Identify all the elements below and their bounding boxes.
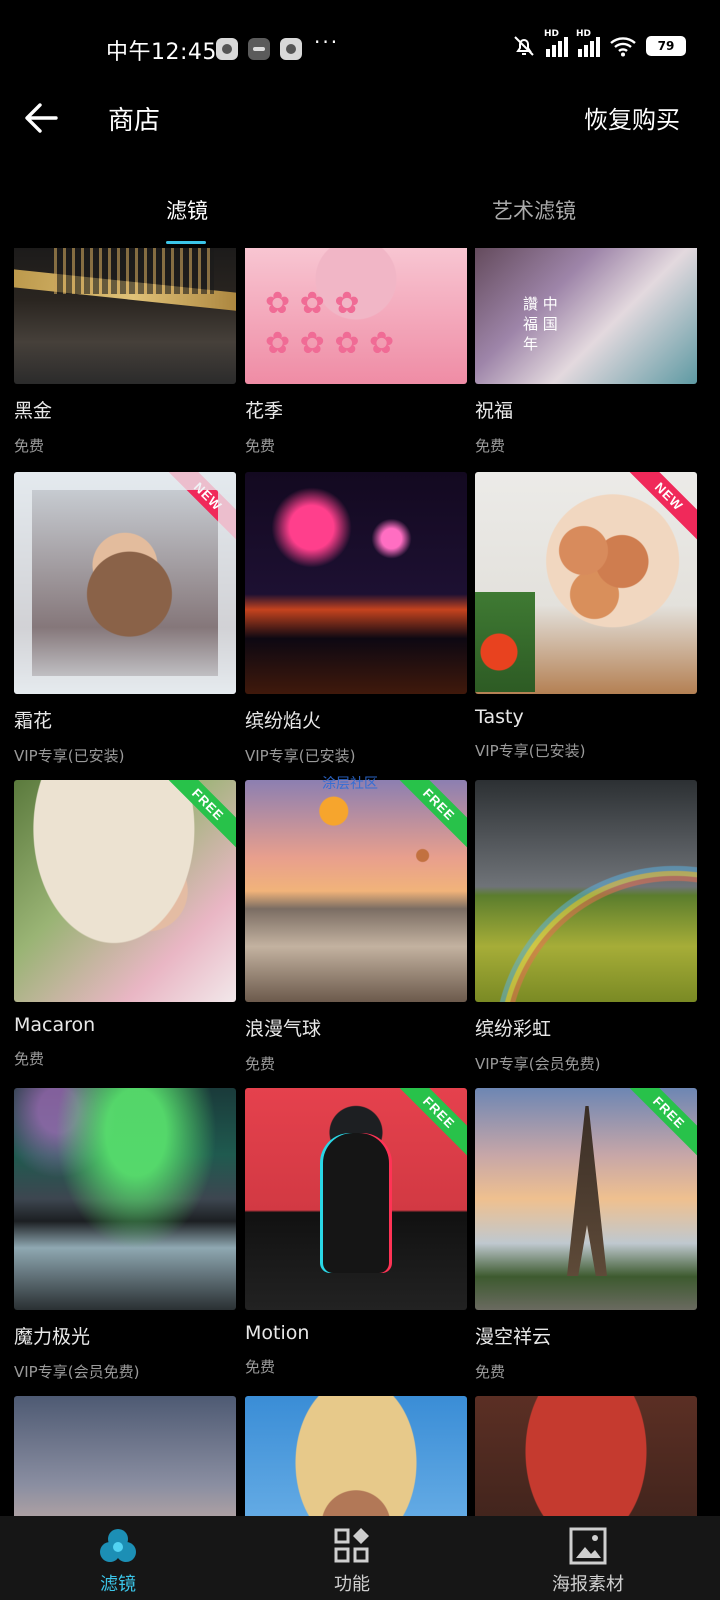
filter-thumbnail: FREE [14,780,236,1002]
filter-card-huaji[interactable]: 花季 免费 [245,248,467,456]
nav-features[interactable]: 功能 [272,1516,432,1600]
new-badge: NEW [619,472,697,547]
filter-price: VIP专享(会员免费) [475,1055,601,1073]
filter-price: VIP专享(已安装) [14,747,125,765]
watermark: 涂层社区 [322,776,378,792]
nav-label: 滤镜 [100,1574,136,1595]
filter-price: 免费 [245,1055,276,1073]
filter-price: VIP专享(已安装) [245,747,356,765]
filter-thumbnail [245,472,467,694]
filter-card-clouds[interactable]: FREE 漫空祥云 免费 [475,1088,697,1382]
status-time: 中午12:45 [106,40,217,65]
filter-thumbnail [475,248,697,384]
filter-grid: 黑金 免费 花季 免费 祝福 免费 NEW 霜花 VIP专享(已安装) 缤纷焰火… [0,248,720,1516]
filter-price: 免费 [14,1050,45,1068]
mute-bell-icon [514,36,534,56]
image-frame-icon [569,1527,607,1565]
new-badge: NEW [158,472,236,547]
filter-price: VIP专享(已安装) [475,742,586,760]
tab-art-filters[interactable]: 艺术滤镜 [492,195,576,225]
filter-name: Tasty [475,706,524,728]
filter-thumbnail [14,1396,236,1516]
filter-card-fireworks[interactable]: 缤纷焰火 VIP专享(已安装) [245,472,467,766]
signal-icon: HD [544,29,568,57]
filter-thumbnail: NEW [475,472,697,694]
filter-thumbnail [475,780,697,1002]
filter-thumbnail [475,1396,697,1516]
filter-price: 免费 [245,1358,276,1376]
filter-price: 免费 [475,437,506,455]
nav-label: 海报素材 [552,1574,624,1595]
wifi-icon [610,37,636,57]
status-bar: 中午12:45 ··· HD HD 79 [0,0,720,100]
filter-card-heijin[interactable]: 黑金 免费 [14,248,236,456]
filter-price: 免费 [475,1363,506,1381]
filter-name: 缤纷彩虹 [475,1018,552,1040]
signal-label: HD [576,29,592,39]
filter-card-partial[interactable] [245,1396,467,1516]
filter-thumbnail: FREE [245,1088,467,1310]
chat-bubble-icon [248,38,270,60]
filter-name: 浪漫气球 [245,1018,322,1040]
filter-name: 黑金 [14,400,53,422]
nav-poster-materials[interactable]: 海报素材 [508,1516,668,1600]
free-badge: FREE [619,1088,697,1163]
grid-shapes-icon [334,1528,369,1563]
filter-card-balloons[interactable]: FREE 浪漫气球 免费 [245,780,467,1074]
filter-price: 免费 [245,437,276,455]
filter-card-partial[interactable] [475,1396,697,1516]
signal-icon: HD [576,29,600,57]
filter-name: 祝福 [475,400,514,422]
bottom-navigation: 滤镜 功能 海报素材 [0,1516,720,1600]
nav-filters[interactable]: 滤镜 [38,1516,198,1600]
filter-price: 免费 [14,437,45,455]
filter-name: 漫空祥云 [475,1326,552,1348]
filter-name: Motion [245,1322,310,1344]
more-notifications-indicator: ··· [314,30,340,54]
filter-card-zhufu[interactable]: 祝福 免费 [475,248,697,456]
app-notification-icon [216,38,238,60]
filter-card-macaron[interactable]: FREE Macaron 免费 [14,780,236,1069]
restore-purchases-button[interactable]: 恢复购买 [584,100,680,135]
nav-label: 功能 [334,1574,370,1595]
filter-card-shuanghua[interactable]: NEW 霜花 VIP专享(已安装) [14,472,236,766]
filter-thumbnail: NEW [14,472,236,694]
filter-card-motion[interactable]: FREE Motion 免费 [245,1088,467,1377]
filter-name: 缤纷焰火 [245,710,322,732]
free-badge: FREE [389,1088,467,1163]
filter-price: VIP专享(会员免费) [14,1363,140,1381]
system-icons: HD HD 79 [512,29,686,58]
notification-icons [216,38,302,60]
filter-name: 花季 [245,400,284,422]
filter-card-partial[interactable] [14,1396,236,1516]
app-icon [280,38,302,60]
signal-label: HD [544,29,560,39]
tab-indicator [166,241,206,244]
tab-bar: 滤镜 艺术滤镜 [0,195,720,245]
filter-circles-icon [100,1529,136,1562]
filter-name: Macaron [14,1014,96,1036]
filter-thumbnail [14,248,236,384]
filter-card-tasty[interactable]: NEW Tasty VIP专享(已安装) [475,472,697,761]
free-badge: FREE [389,780,467,855]
arrow-left-icon[interactable] [22,100,62,136]
tab-filters[interactable]: 滤镜 [166,195,208,225]
filter-thumbnail: FREE [475,1088,697,1310]
page-title: 商店 [108,106,161,136]
filter-thumbnail [245,1396,467,1516]
filter-card-rainbow[interactable]: 缤纷彩虹 VIP专享(会员免费) [475,780,697,1074]
filter-name: 魔力极光 [14,1326,91,1348]
filter-thumbnail [14,1088,236,1310]
filter-name: 霜花 [14,710,53,732]
filter-card-aurora[interactable]: 魔力极光 VIP专享(会员免费) [14,1088,236,1382]
top-app-bar: 商店 恢复购买 [0,100,720,170]
free-badge: FREE [158,780,236,855]
battery-icon: 79 [646,36,686,56]
filter-thumbnail: FREE [245,780,467,1002]
filter-thumbnail [245,248,467,384]
